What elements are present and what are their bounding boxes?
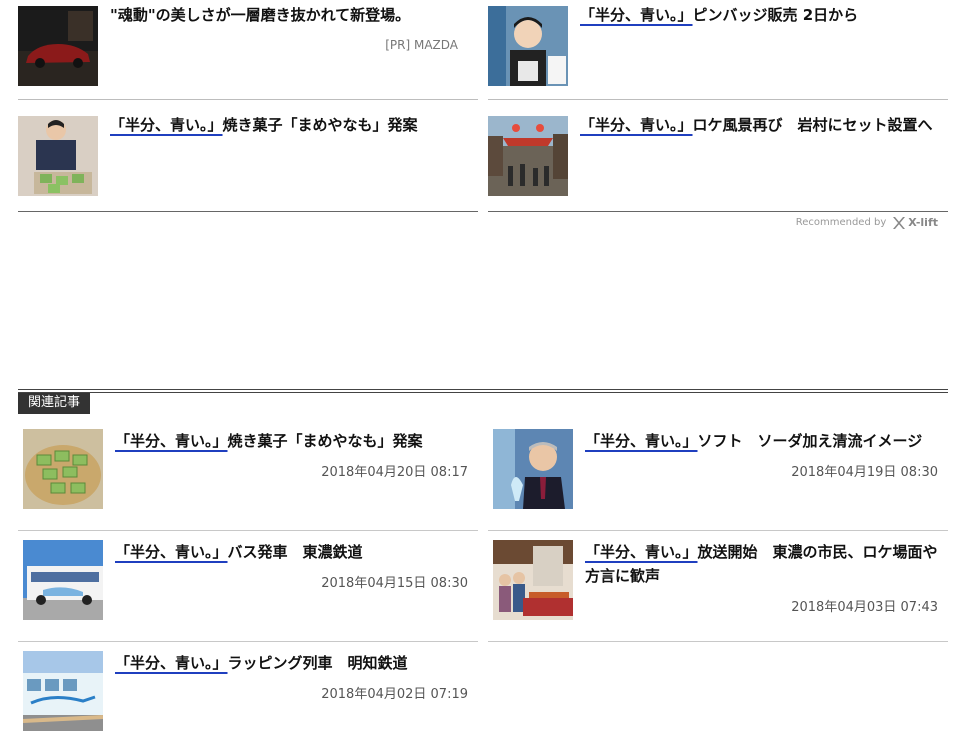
street-photo [488, 116, 568, 196]
recommended-item-sweets[interactable]: 「半分、青い。」焼き菓子「まめやなも」発案 [18, 100, 478, 212]
train-photo [23, 651, 103, 731]
related-grid: 「半分、青い。」焼き菓子「まめやなも」発案 2018年04月20日 08:17 … [18, 420, 948, 753]
related-title[interactable]: 「半分、青い。」バス発車 東濃鉄道 [115, 540, 468, 564]
related-item[interactable]: 「半分、青い。」バス発車 東濃鉄道 2018年04月15日 08:30 [18, 531, 478, 642]
recommended-title[interactable]: "魂動"の美しさが一層磨き抜かれて新登場。 [110, 4, 472, 26]
man-photo [493, 429, 573, 509]
car-photo [18, 6, 98, 86]
crowd-photo [493, 540, 573, 620]
related-date: 2018年04月02日 07:19 [321, 687, 468, 702]
recommended-item-location-set[interactable]: 「半分、青い。」ロケ風景再び 岩村にセット設置へ [488, 100, 948, 212]
bus-photo [23, 540, 103, 620]
woman-photo [488, 6, 568, 86]
related-heading: 関連記事 [18, 393, 91, 414]
related-title[interactable]: 「半分、青い。」ソフト ソーダ加え清流イメージ [585, 429, 938, 453]
related-date: 2018年04月20日 08:17 [321, 465, 468, 480]
recommended-item-ad[interactable]: "魂動"の美しさが一層磨き抜かれて新登場。 [PR] MAZDA [18, 0, 478, 100]
related-title[interactable]: 「半分、青い。」ラッピング列車 明知鉄道 [115, 651, 468, 675]
related-item[interactable]: 「半分、青い。」ソフト ソーダ加え清流イメージ 2018年04月19日 08:3… [488, 420, 948, 531]
sweets-photo [18, 116, 98, 196]
related-date: 2018年04月03日 07:43 [791, 600, 938, 615]
x-icon [893, 216, 906, 229]
recommended-by[interactable]: Recommended by X-lift [796, 216, 938, 229]
related-item[interactable]: 「半分、青い。」ラッピング列車 明知鉄道 2018年04月02日 07:19 [18, 642, 478, 753]
related-title[interactable]: 「半分、青い。」焼き菓子「まめやなも」発案 [115, 429, 468, 453]
sweets-photo [23, 429, 103, 509]
related-item[interactable]: 「半分、青い。」放送開始 東濃の市民、ロケ場面や方言に歓声 2018年04月03… [488, 531, 948, 642]
xlift-logo: X-lift [892, 216, 938, 229]
recommended-title[interactable]: 「半分、青い。」ロケ風景再び 岩村にセット設置へ [580, 114, 942, 136]
related-divider [18, 389, 948, 393]
sponsor-label: [PR] MAZDA [385, 38, 458, 52]
related-item[interactable]: 「半分、青い。」焼き菓子「まめやなも」発案 2018年04月20日 08:17 [18, 420, 478, 531]
recommended-title[interactable]: 「半分、青い。」ピンバッジ販売 2日から [580, 4, 942, 26]
recommended-item-pin-badge[interactable]: 「半分、青い。」ピンバッジ販売 2日から [488, 0, 948, 100]
related-date: 2018年04月19日 08:30 [791, 465, 938, 480]
related-title[interactable]: 「半分、青い。」放送開始 東濃の市民、ロケ場面や方言に歓声 [585, 540, 938, 588]
recommended-title[interactable]: 「半分、青い。」焼き菓子「まめやなも」発案 [110, 114, 472, 136]
related-date: 2018年04月15日 08:30 [321, 576, 468, 591]
recommended-grid: "魂動"の美しさが一層磨き抜かれて新登場。 [PR] MAZDA 「半分、青い。… [18, 0, 948, 212]
